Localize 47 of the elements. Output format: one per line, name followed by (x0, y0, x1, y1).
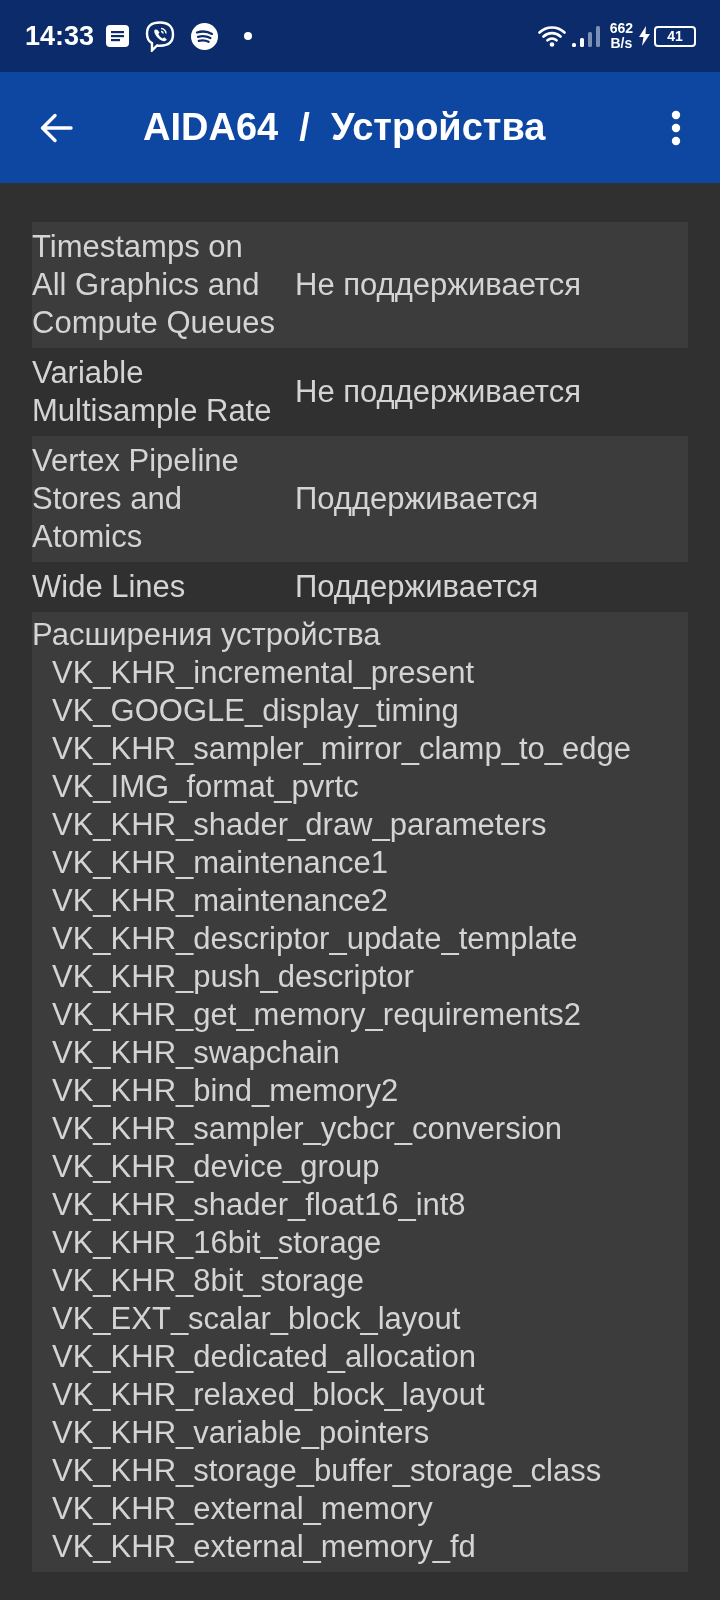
extension-item: VK_KHR_sampler_mirror_clamp_to_edge (51, 730, 632, 768)
extension-item: VK_KHR_device_group (51, 1148, 381, 1186)
signal-icon (571, 25, 602, 47)
extension-item: VK_KHR_dedicated_allocation (51, 1338, 477, 1376)
extension-item: VK_KHR_maintenance1 (51, 844, 390, 882)
battery-indicator: 41 (654, 25, 696, 47)
extension-item: VK_KHR_swapchain (51, 1034, 341, 1072)
network-speed: 662 (609, 21, 633, 36)
property-name: Variable Multisample Rate (32, 354, 273, 430)
extension-item: VK_KHR_storage_buffer_storage_class (51, 1452, 603, 1490)
charging-bolt-icon (639, 26, 650, 46)
extension-item: VK_EXT_scalar_block_layout (51, 1300, 462, 1338)
extension-item: VK_KHR_get_memory_requirements2 (51, 996, 582, 1034)
extension-item: VK_KHR_push_descriptor (51, 958, 415, 996)
music-disc-icon (191, 22, 219, 50)
property-name: Wide Lines (32, 568, 187, 606)
back-arrow-icon[interactable] (39, 112, 73, 143)
extension-item: VK_KHR_maintenance2 (51, 882, 390, 920)
more-options-icon[interactable] (671, 109, 681, 146)
extension-item: VK_IMG_format_pvrtc (51, 768, 360, 806)
message-icon (106, 25, 130, 47)
property-name: Vertex Pipeline Stores and Atomics (32, 442, 240, 556)
extension-item: VK_KHR_external_memory_fd (51, 1528, 477, 1566)
property-name: Timestamps on All Graphics and Compute Queues (32, 228, 276, 342)
property-value: Поддерживается (295, 568, 539, 606)
extension-item: VK_KHR_shader_float16_int8 (51, 1186, 467, 1224)
extension-item: VK_KHR_sampler_ycbcr_conversion (51, 1110, 563, 1148)
network-speed-unit: B/s (610, 36, 633, 51)
section-heading: Расширения устройства (32, 616, 382, 654)
property-value: Не поддерживается (295, 373, 581, 411)
extension-item: VK_KHR_16bit_storage (51, 1224, 383, 1262)
property-value: Поддерживается (295, 480, 539, 518)
extension-item: VK_GOOGLE_display_timing (51, 692, 460, 730)
property-value: Не поддерживается (295, 266, 581, 304)
extension-item: VK_KHR_external_memory (51, 1490, 434, 1528)
status-time: 14:33 (25, 20, 95, 52)
wifi-icon (537, 25, 566, 47)
extension-item: VK_KHR_bind_memory2 (51, 1072, 400, 1110)
extension-item: VK_KHR_shader_draw_parameters (51, 806, 548, 844)
extension-item: VK_KHR_variable_pointers (51, 1414, 431, 1452)
extension-item: VK_KHR_8bit_storage (51, 1262, 365, 1300)
extension-item: VK_KHR_incremental_present (51, 654, 476, 692)
extension-item: VK_KHR_descriptor_update_template (51, 920, 579, 958)
phone-bubble-icon (145, 20, 176, 52)
extension-item: VK_KHR_relaxed_block_layout (51, 1376, 486, 1414)
app-title: AIDA64 / Устройства (143, 106, 546, 149)
notification-dot-icon (244, 32, 253, 40)
